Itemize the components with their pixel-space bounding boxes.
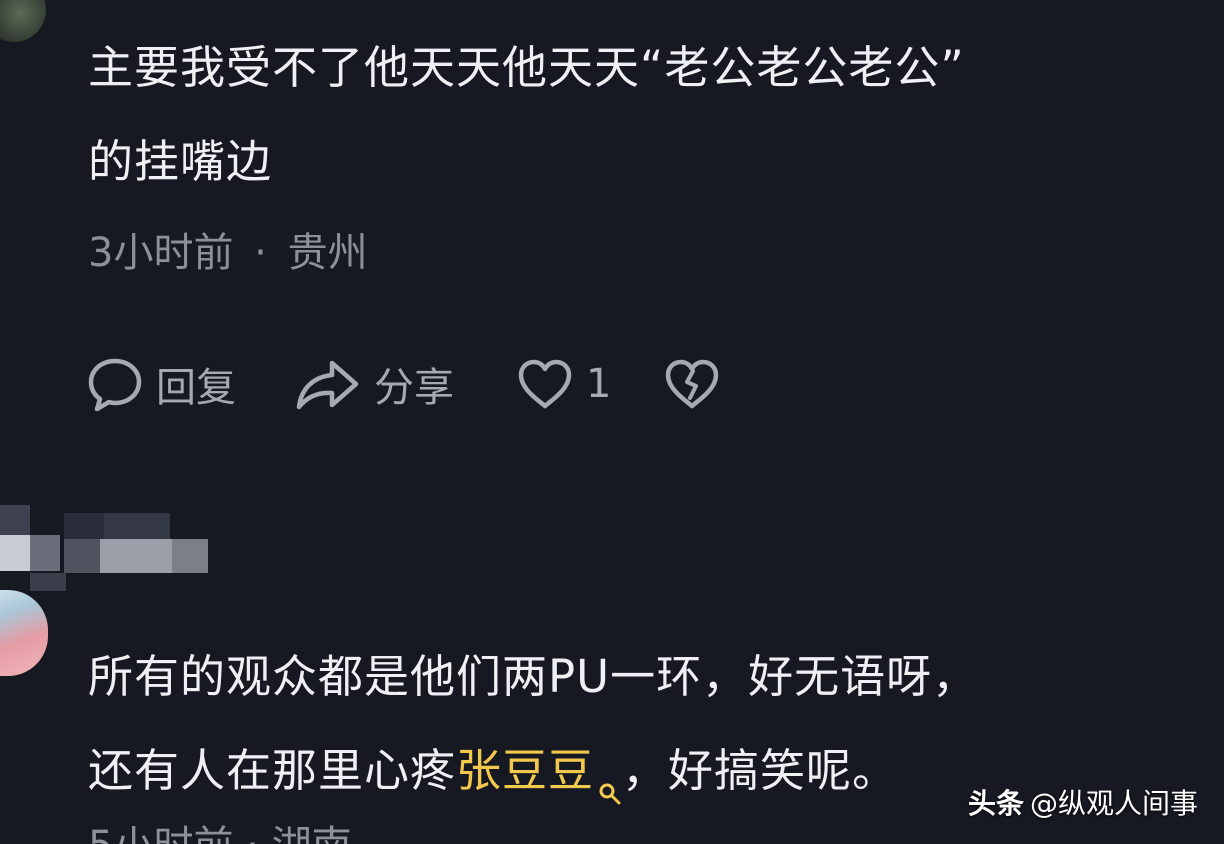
comment-location: 贵州 [287, 230, 368, 276]
comment-meta: 3小时前 · 贵州 [88, 220, 368, 278]
broken-heart-icon [663, 357, 721, 411]
comment-text-line-1: 主要我受不了他天天他天天“老公老公老公” [88, 41, 965, 94]
comment-bubble-icon [86, 355, 144, 413]
comment-meta: 5小时前 · 湖南 [88, 826, 352, 844]
comment-text-line-1: 所有的观众都是他们两PU一环，好无语呀， [88, 650, 979, 703]
share-label: 分享 [374, 365, 454, 411]
comment-actions: 回复 分享 1 [86, 352, 721, 416]
like-count: 1 [586, 361, 612, 407]
comment-text-line-2: 的挂嘴边 [88, 135, 273, 188]
heart-icon [516, 357, 574, 411]
search-icon[interactable] [598, 744, 622, 838]
comment-text-after-mention: ，好搞笑呢。 [622, 744, 899, 797]
comment-text-before-mention: 还有人在那里心疼 [88, 744, 457, 797]
comment-time: 3小时前 [88, 230, 234, 276]
mention-link[interactable]: 张豆豆 [456, 744, 594, 797]
avatar[interactable] [0, 590, 48, 676]
blurred-username [0, 505, 210, 595]
share-arrow-icon [294, 355, 362, 413]
meta-separator: · [254, 230, 267, 276]
watermark-brand: 头条 [967, 787, 1024, 820]
dislike-button[interactable] [663, 357, 721, 411]
watermark: 头条 @纵观人间事 [968, 782, 1198, 822]
avatar[interactable] [0, 0, 46, 42]
comment-text: 主要我受不了他天天他天天“老公老公老公” 的挂嘴边 [88, 21, 965, 209]
share-button[interactable]: 分享 [294, 355, 454, 413]
comment-text: 所有的观众都是他们两PU一环，好无语呀， 还有人在那里心疼张豆豆 ，好搞笑呢。 [88, 630, 978, 838]
comment-text-line-2: 还有人在那里心疼张豆豆 ，好搞笑呢。 [88, 724, 978, 838]
watermark-handle: @纵观人间事 [1029, 787, 1198, 820]
like-button[interactable]: 1 [516, 357, 611, 411]
reply-label: 回复 [156, 365, 236, 411]
reply-button[interactable]: 回复 [86, 355, 236, 413]
